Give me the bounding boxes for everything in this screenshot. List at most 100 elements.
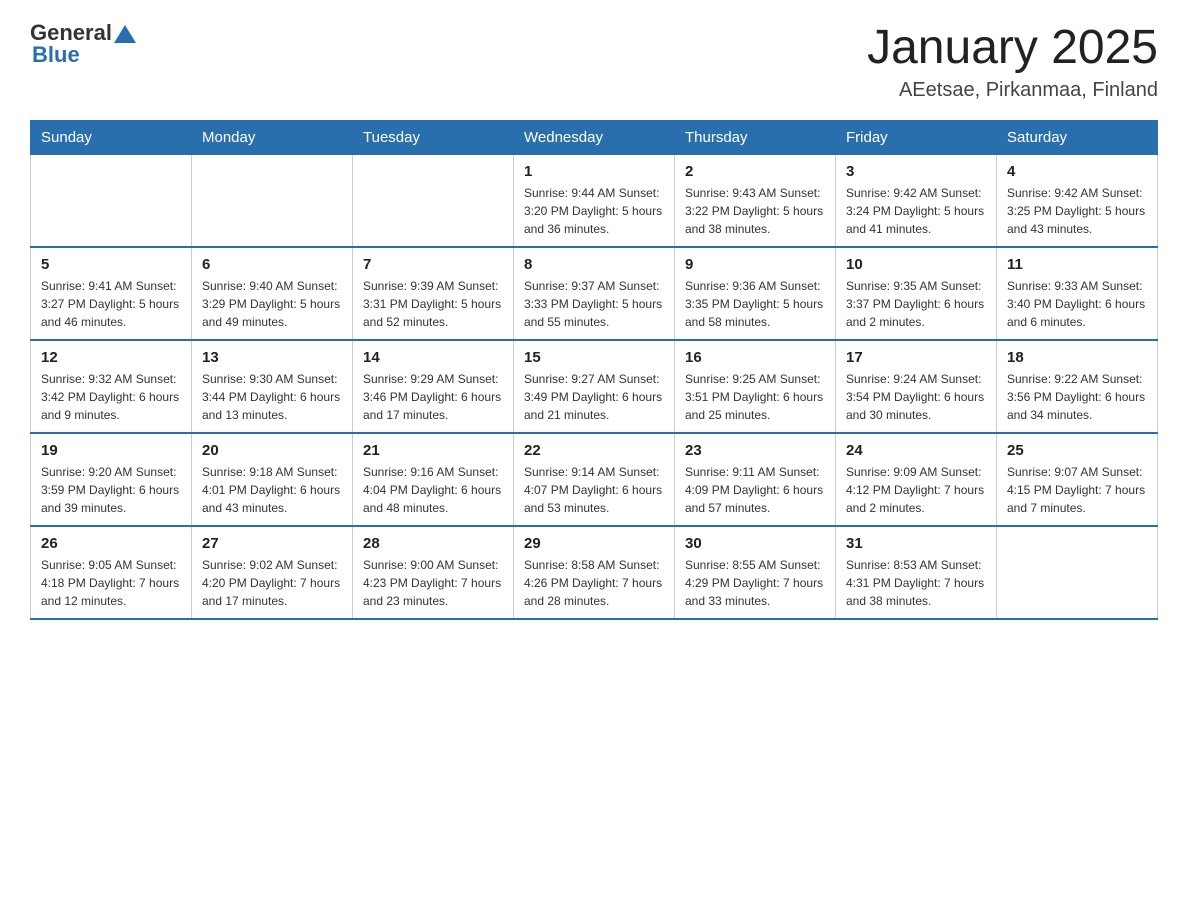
table-row: 1Sunrise: 9:44 AM Sunset: 3:20 PM Daylig… — [514, 155, 675, 248]
day-info: Sunrise: 9:43 AM Sunset: 3:22 PM Dayligh… — [685, 184, 825, 238]
title-area: January 2025 AEetsae, Pirkanmaa, Finland — [867, 20, 1158, 102]
table-row: 16 Sunrise: 9:25 AM Sunset: 3:51 PM Dayli… — [675, 340, 836, 433]
logo-triangle-icon — [114, 23, 136, 45]
day-number: 13 — [202, 349, 342, 366]
table-row: 22Sunrise: 9:14 AM Sunset: 4:07 PM Dayli… — [514, 433, 675, 526]
table-row: 28 Sunrise: 9:00 AM Sunset: 4:23 PM Dayli… — [353, 526, 514, 619]
header-tuesday: Tuesday — [353, 121, 514, 155]
day-info: Sunrise: 9:24 AM Sunset: 3:54 PM Dayligh… — [846, 370, 986, 424]
day-info: Sunrise: 9:20 AM Sunset: 3:59 PM Dayligh… — [41, 463, 181, 517]
day-number: 9 — [685, 256, 825, 273]
day-info: Sunrise: 8:58 AM Sunset: 4:26 PM Dayligh… — [524, 556, 664, 610]
day-number: 6 — [202, 256, 342, 273]
table-row: 30Sunrise: 8:55 AM Sunset: 4:29 PM Dayli… — [675, 526, 836, 619]
day-info: Sunrise: 9:18 AM Sunset: 4:01 PM Dayligh… — [202, 463, 342, 517]
day-number: 28 — [363, 535, 503, 552]
table-row — [31, 155, 192, 248]
day-number: 1 — [524, 163, 664, 180]
table-row: 19Sunrise: 9:20 AM Sunset: 3:59 PM Dayli… — [31, 433, 192, 526]
day-info: Sunrise: 9:33 AM Sunset: 3:40 PM Dayligh… — [1007, 277, 1147, 331]
table-row: 23 Sunrise: 9:11 AM Sunset: 4:09 PM Dayli… — [675, 433, 836, 526]
day-info: Sunrise: 9:40 AM Sunset: 3:29 PM Dayligh… — [202, 277, 342, 331]
day-info: Sunrise: 9:30 AM Sunset: 3:44 PM Dayligh… — [202, 370, 342, 424]
day-number: 18 — [1007, 349, 1147, 366]
table-row: 10 Sunrise: 9:35 AM Sunset: 3:37 PM Dayli… — [836, 247, 997, 340]
day-info: Sunrise: 9:11 AM Sunset: 4:09 PM Dayligh… — [685, 463, 825, 517]
table-row: 5 Sunrise: 9:41 AM Sunset: 3:27 PM Daylig… — [31, 247, 192, 340]
day-number: 29 — [524, 535, 664, 552]
table-row: 6 Sunrise: 9:40 AM Sunset: 3:29 PM Daylig… — [192, 247, 353, 340]
day-number: 16 — [685, 349, 825, 366]
day-number: 2 — [685, 163, 825, 180]
day-number: 24 — [846, 442, 986, 459]
day-number: 4 — [1007, 163, 1147, 180]
table-row — [192, 155, 353, 248]
day-info: Sunrise: 9:22 AM Sunset: 3:56 PM Dayligh… — [1007, 370, 1147, 424]
table-row: 13 Sunrise: 9:30 AM Sunset: 3:44 PM Dayli… — [192, 340, 353, 433]
day-number: 25 — [1007, 442, 1147, 459]
day-number: 11 — [1007, 256, 1147, 273]
table-row: 31 Sunrise: 8:53 AM Sunset: 4:31 PM Dayli… — [836, 526, 997, 619]
day-info: Sunrise: 9:05 AM Sunset: 4:18 PM Dayligh… — [41, 556, 181, 610]
table-row: 11 Sunrise: 9:33 AM Sunset: 3:40 PM Dayli… — [997, 247, 1158, 340]
day-info: Sunrise: 9:39 AM Sunset: 3:31 PM Dayligh… — [363, 277, 503, 331]
calendar-week-row: 5 Sunrise: 9:41 AM Sunset: 3:27 PM Daylig… — [31, 247, 1158, 340]
calendar-week-row: 12Sunrise: 9:32 AM Sunset: 3:42 PM Dayli… — [31, 340, 1158, 433]
table-row: 9 Sunrise: 9:36 AM Sunset: 3:35 PM Daylig… — [675, 247, 836, 340]
day-number: 5 — [41, 256, 181, 273]
day-number: 23 — [685, 442, 825, 459]
table-row: 20Sunrise: 9:18 AM Sunset: 4:01 PM Dayli… — [192, 433, 353, 526]
header-monday: Monday — [192, 121, 353, 155]
day-info: Sunrise: 9:25 AM Sunset: 3:51 PM Dayligh… — [685, 370, 825, 424]
day-number: 31 — [846, 535, 986, 552]
calendar-week-row: 1Sunrise: 9:44 AM Sunset: 3:20 PM Daylig… — [31, 155, 1158, 248]
table-row: 17 Sunrise: 9:24 AM Sunset: 3:54 PM Dayli… — [836, 340, 997, 433]
day-info: Sunrise: 8:53 AM Sunset: 4:31 PM Dayligh… — [846, 556, 986, 610]
day-info: Sunrise: 9:36 AM Sunset: 3:35 PM Dayligh… — [685, 277, 825, 331]
day-info: Sunrise: 9:37 AM Sunset: 3:33 PM Dayligh… — [524, 277, 664, 331]
day-number: 26 — [41, 535, 181, 552]
day-info: Sunrise: 9:02 AM Sunset: 4:20 PM Dayligh… — [202, 556, 342, 610]
day-info: Sunrise: 9:42 AM Sunset: 3:24 PM Dayligh… — [846, 184, 986, 238]
table-row: 18 Sunrise: 9:22 AM Sunset: 3:56 PM Dayli… — [997, 340, 1158, 433]
day-number: 7 — [363, 256, 503, 273]
logo-blue-text: Blue — [32, 42, 80, 68]
day-number: 17 — [846, 349, 986, 366]
day-number: 3 — [846, 163, 986, 180]
table-row — [353, 155, 514, 248]
table-row: 7 Sunrise: 9:39 AM Sunset: 3:31 PM Daylig… — [353, 247, 514, 340]
header-saturday: Saturday — [997, 121, 1158, 155]
table-row: 4 Sunrise: 9:42 AM Sunset: 3:25 PM Daylig… — [997, 155, 1158, 248]
calendar-title: January 2025 — [867, 20, 1158, 75]
header-friday: Friday — [836, 121, 997, 155]
table-row: 14 Sunrise: 9:29 AM Sunset: 3:46 PM Dayli… — [353, 340, 514, 433]
header-thursday: Thursday — [675, 121, 836, 155]
day-info: Sunrise: 9:07 AM Sunset: 4:15 PM Dayligh… — [1007, 463, 1147, 517]
day-info: Sunrise: 9:00 AM Sunset: 4:23 PM Dayligh… — [363, 556, 503, 610]
day-number: 10 — [846, 256, 986, 273]
table-row: 25 Sunrise: 9:07 AM Sunset: 4:15 PM Dayli… — [997, 433, 1158, 526]
day-info: Sunrise: 9:09 AM Sunset: 4:12 PM Dayligh… — [846, 463, 986, 517]
day-number: 8 — [524, 256, 664, 273]
day-info: Sunrise: 9:42 AM Sunset: 3:25 PM Dayligh… — [1007, 184, 1147, 238]
day-info: Sunrise: 9:35 AM Sunset: 3:37 PM Dayligh… — [846, 277, 986, 331]
day-number: 15 — [524, 349, 664, 366]
table-row: 2 Sunrise: 9:43 AM Sunset: 3:22 PM Daylig… — [675, 155, 836, 248]
logo: General Blue — [30, 20, 136, 68]
table-row: 8 Sunrise: 9:37 AM Sunset: 3:33 PM Daylig… — [514, 247, 675, 340]
day-info: Sunrise: 9:29 AM Sunset: 3:46 PM Dayligh… — [363, 370, 503, 424]
day-number: 14 — [363, 349, 503, 366]
table-row: 3 Sunrise: 9:42 AM Sunset: 3:24 PM Daylig… — [836, 155, 997, 248]
calendar-subtitle: AEetsae, Pirkanmaa, Finland — [867, 79, 1158, 102]
header-sunday: Sunday — [31, 121, 192, 155]
day-info: Sunrise: 9:41 AM Sunset: 3:27 PM Dayligh… — [41, 277, 181, 331]
calendar-header-row: Sunday Monday Tuesday Wednesday Thursday… — [31, 121, 1158, 155]
table-row — [997, 526, 1158, 619]
day-info: Sunrise: 9:32 AM Sunset: 3:42 PM Dayligh… — [41, 370, 181, 424]
table-row: 29 Sunrise: 8:58 AM Sunset: 4:26 PM Dayli… — [514, 526, 675, 619]
calendar-week-row: 26 Sunrise: 9:05 AM Sunset: 4:18 PM Dayli… — [31, 526, 1158, 619]
day-info: Sunrise: 8:55 AM Sunset: 4:29 PM Dayligh… — [685, 556, 825, 610]
table-row: 24 Sunrise: 9:09 AM Sunset: 4:12 PM Dayli… — [836, 433, 997, 526]
table-row: 15Sunrise: 9:27 AM Sunset: 3:49 PM Dayli… — [514, 340, 675, 433]
page-header: General Blue January 2025 AEetsae, Pirka… — [30, 20, 1158, 102]
